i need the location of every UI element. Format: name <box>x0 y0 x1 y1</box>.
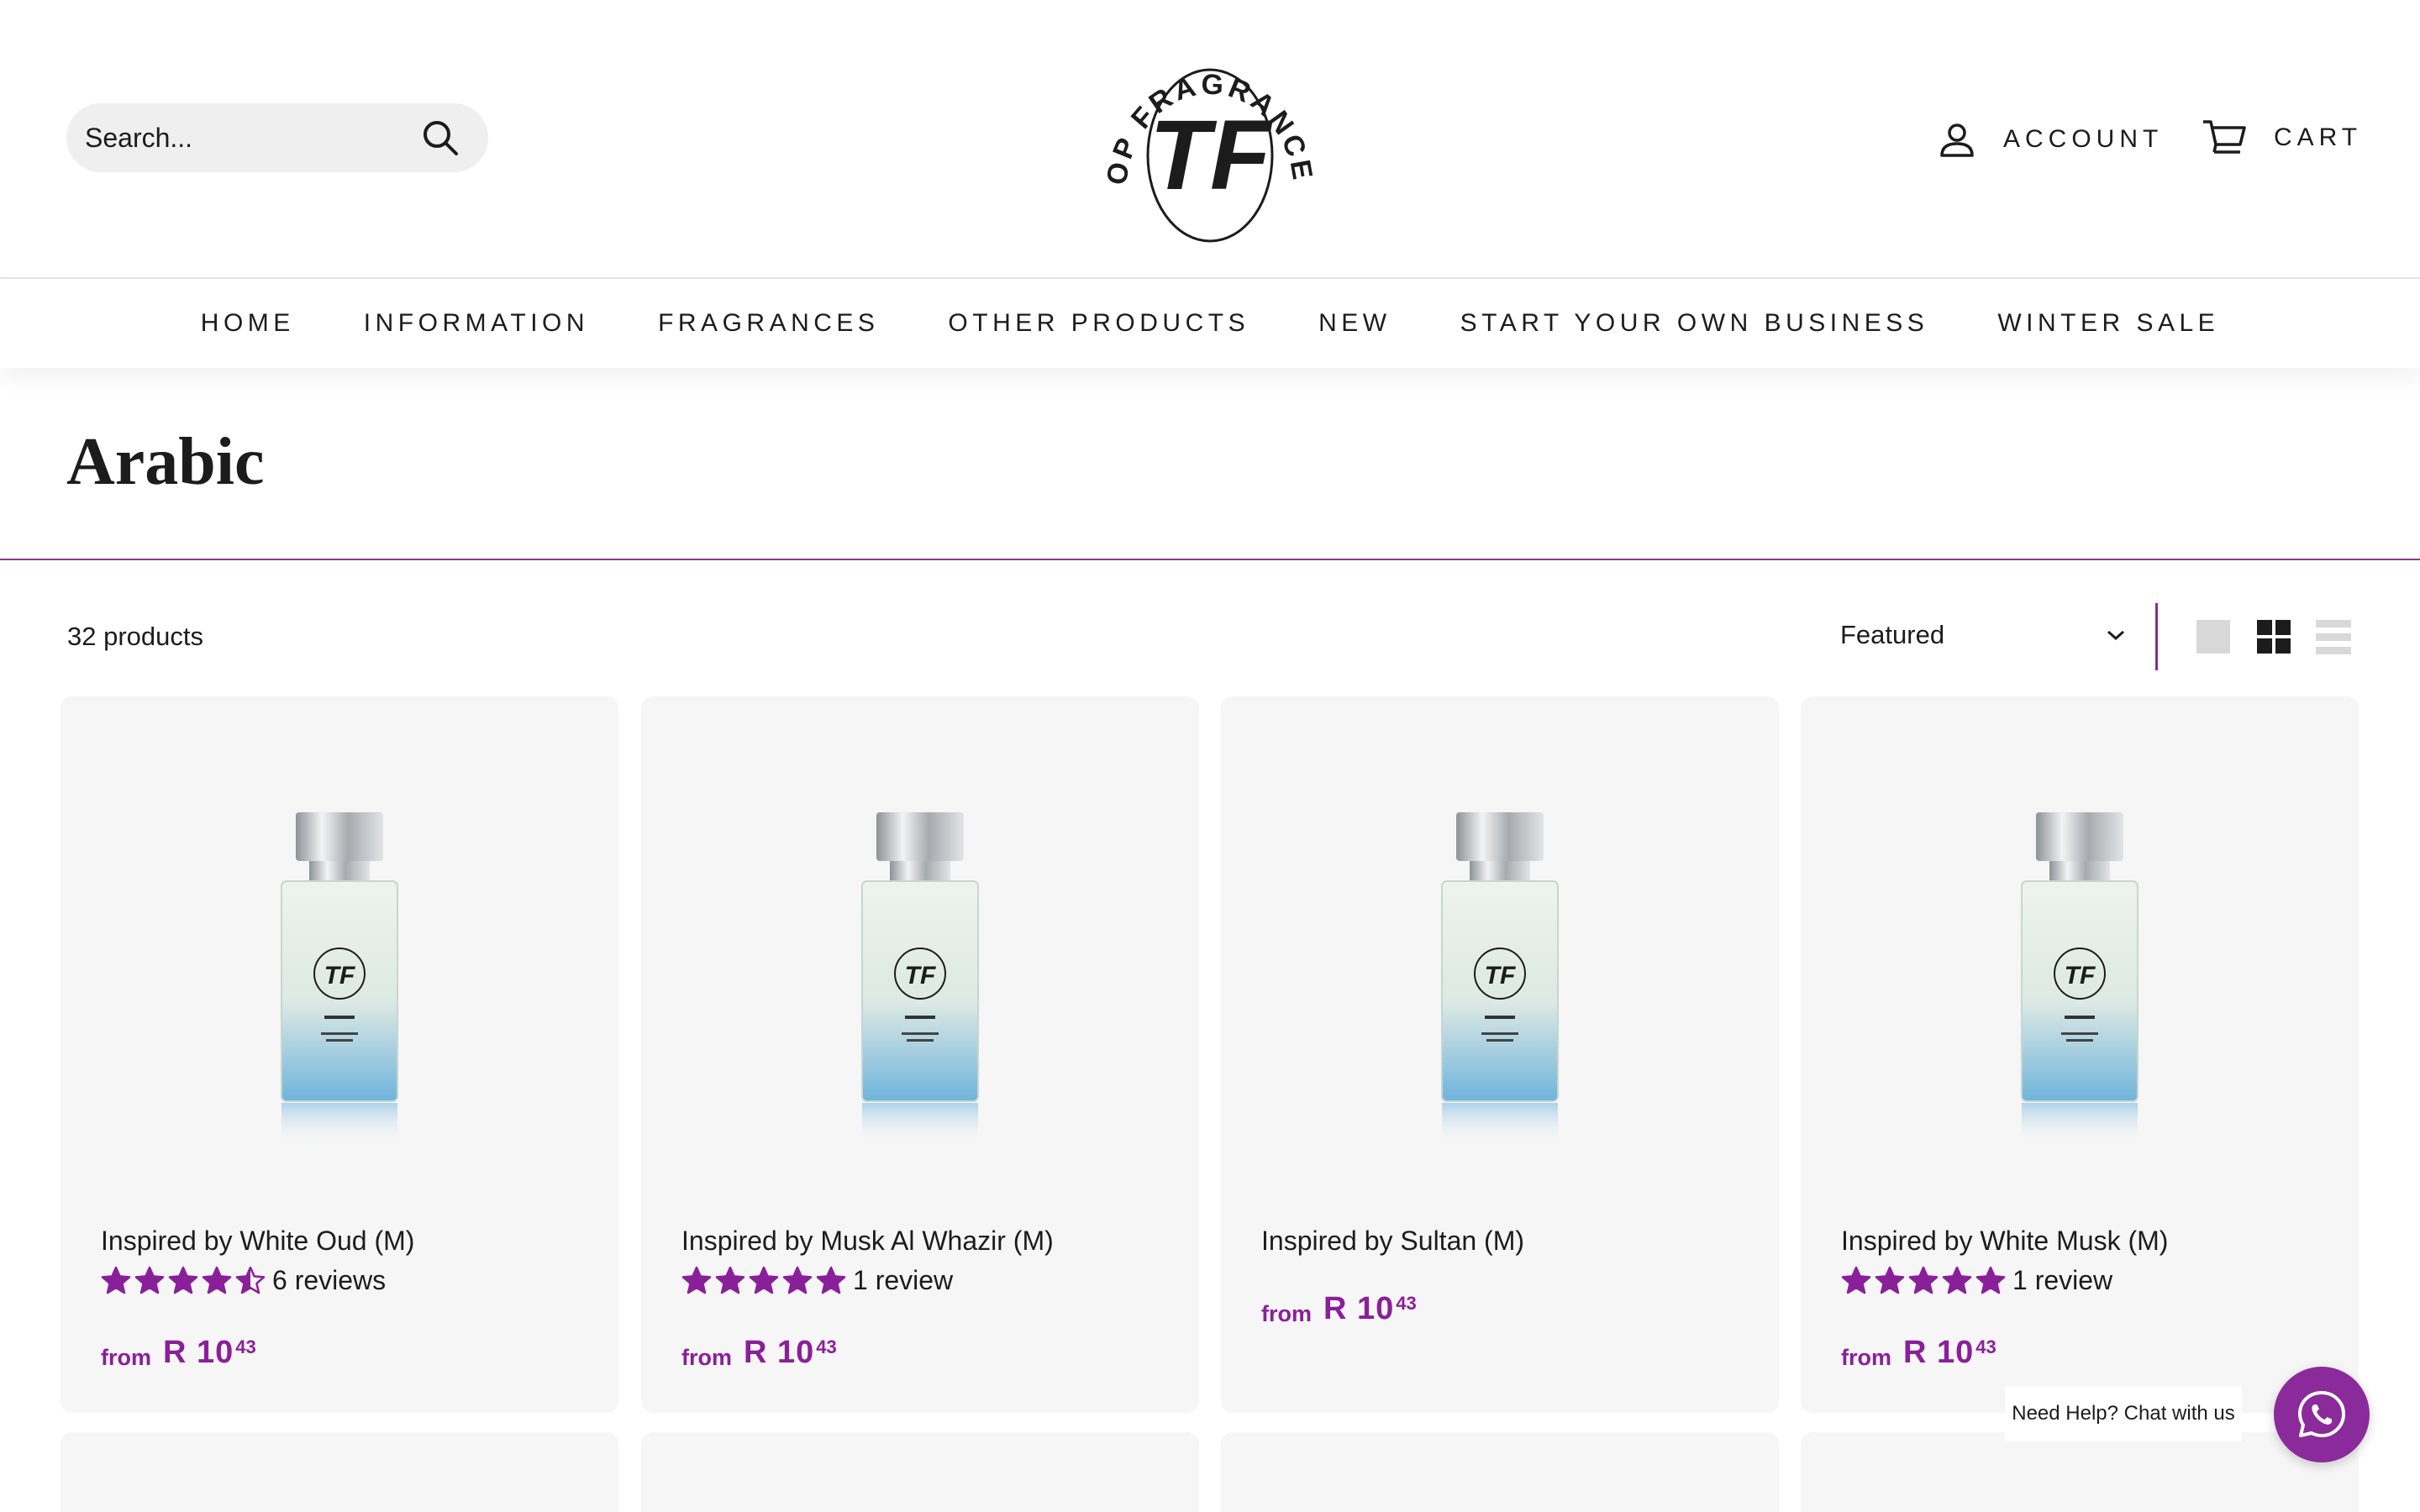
price-prefix: from <box>681 1345 732 1370</box>
view-large-icon[interactable] <box>2196 620 2230 654</box>
price-cents: 43 <box>235 1336 256 1357</box>
nav-item-start-your-own-business[interactable]: START YOUR OWN BUSINESS <box>1460 309 1929 338</box>
chevron-down-icon <box>2107 630 2124 641</box>
price-amount: R 10 <box>744 1335 815 1370</box>
product-price: from R 10 43 <box>101 1335 256 1371</box>
sort-select[interactable]: Featured <box>1840 620 2126 650</box>
review-count: 1 review <box>2012 1265 2113 1295</box>
nav-item-winter-sale[interactable]: WINTER SALE <box>1997 309 2219 338</box>
svg-text:TF: TF <box>1150 100 1273 211</box>
main-nav: HOME INFORMATION FRAGRANCES OTHER PRODUC… <box>0 277 2420 368</box>
whatsapp-icon <box>2298 1391 2345 1437</box>
product-name[interactable]: Inspired by Musk Al Whazir (M) <box>681 1226 1054 1257</box>
star-half-icon <box>235 1266 266 1294</box>
price-prefix: from <box>1261 1301 1312 1326</box>
product-card[interactable] <box>1801 1432 2359 1512</box>
star-icon <box>749 1266 779 1294</box>
svg-text:TF: TF <box>324 962 355 990</box>
review-count: 1 review <box>853 1265 954 1295</box>
nav-item-home[interactable]: HOME <box>201 309 295 338</box>
site-header: TOP FRAGRANCES TF ACCOUNT CART <box>0 0 2420 277</box>
product-name[interactable]: Inspired by Sultan (M) <box>1261 1226 1524 1257</box>
nav-item-information[interactable]: INFORMATION <box>364 309 589 338</box>
review-count: 6 reviews <box>272 1265 387 1295</box>
product-rating[interactable]: 1 review <box>1841 1265 2112 1296</box>
price-cents: 43 <box>816 1336 837 1357</box>
product-card[interactable] <box>60 1432 618 1512</box>
nav-item-new[interactable]: NEW <box>1318 309 1392 338</box>
search-icon[interactable] <box>421 118 460 157</box>
product-image[interactable]: TF <box>1801 696 2359 1145</box>
rating-stars <box>681 1266 850 1296</box>
product-name[interactable]: Inspired by White Musk (M) <box>1841 1226 2168 1257</box>
price-cents: 43 <box>1396 1293 1417 1314</box>
search-input[interactable] <box>85 122 421 154</box>
star-icon <box>1942 1266 1972 1294</box>
price-amount: R 10 <box>163 1335 234 1370</box>
product-image[interactable]: TF <box>641 696 1199 1145</box>
account-link[interactable]: ACCOUNT <box>1938 116 2163 163</box>
product-name[interactable]: Inspired by White Oud (M) <box>101 1226 414 1257</box>
product-count: 32 products <box>67 622 203 651</box>
product-rating[interactable]: 6 reviews <box>101 1265 386 1296</box>
price-cents: 43 <box>1975 1336 1996 1357</box>
star-icon <box>715 1266 745 1294</box>
product-card[interactable]: TF Inspired by White Oud (M) 6 reviews f… <box>60 696 618 1413</box>
product-price: from R 10 43 <box>681 1335 837 1371</box>
whatsapp-chat-button[interactable] <box>2274 1367 2370 1462</box>
toolbar-divider <box>2155 603 2158 670</box>
brand-logo[interactable]: TOP FRAGRANCES TF <box>1101 25 1319 252</box>
product-rating[interactable]: 1 review <box>681 1265 953 1296</box>
search-bar[interactable] <box>66 103 488 172</box>
chat-prompt[interactable]: Need Help? Chat with us <box>2005 1386 2242 1441</box>
rating-stars <box>1841 1266 2009 1296</box>
user-icon <box>1940 123 1974 157</box>
product-card[interactable] <box>1221 1432 1779 1512</box>
star-icon <box>1841 1266 1871 1294</box>
nav-item-other-products[interactable]: OTHER PRODUCTS <box>948 309 1249 338</box>
star-icon <box>1875 1266 1905 1294</box>
product-card[interactable]: TF Inspired by Musk Al Whazir (M) 1 revi… <box>641 696 1199 1413</box>
rating-stars <box>101 1266 269 1296</box>
sort-value: Featured <box>1840 620 1945 649</box>
star-icon <box>1975 1266 2006 1294</box>
cart-label: CART <box>2274 123 2363 151</box>
star-icon <box>168 1266 198 1294</box>
star-icon <box>681 1266 712 1294</box>
account-label: ACCOUNT <box>2003 125 2164 153</box>
page-title: Arabic <box>66 425 265 499</box>
star-icon <box>202 1266 232 1294</box>
star-icon <box>782 1266 813 1294</box>
star-icon <box>1908 1266 1939 1294</box>
cart-link[interactable]: CART <box>2202 114 2362 161</box>
price-prefix: from <box>1841 1345 1891 1370</box>
svg-text:TF: TF <box>905 962 936 990</box>
product-price: from R 10 43 <box>1261 1291 1417 1327</box>
product-image[interactable]: TF <box>60 696 618 1145</box>
price-amount: R 10 <box>1903 1335 1975 1370</box>
product-card[interactable]: TF Inspired by Sultan (M) from R 10 43 <box>1221 696 1779 1413</box>
star-icon <box>134 1266 165 1294</box>
svg-text:TF: TF <box>1485 962 1516 990</box>
product-image[interactable]: TF <box>1221 696 1779 1145</box>
product-card[interactable] <box>641 1432 1199 1512</box>
price-amount: R 10 <box>1323 1291 1395 1326</box>
view-grid-icon[interactable] <box>2257 620 2291 654</box>
product-card[interactable]: TF Inspired by White Musk (M) 1 review f… <box>1801 696 2359 1413</box>
svg-text:TF: TF <box>2065 962 2096 990</box>
star-icon <box>816 1266 846 1294</box>
star-icon <box>101 1266 131 1294</box>
view-list-icon[interactable] <box>2316 620 2351 655</box>
nav-item-fragrances[interactable]: FRAGRANCES <box>658 309 879 338</box>
cart-icon <box>2203 120 2246 154</box>
product-price: from R 10 43 <box>1841 1335 1996 1371</box>
price-prefix: from <box>101 1345 151 1370</box>
title-divider <box>0 559 2420 560</box>
